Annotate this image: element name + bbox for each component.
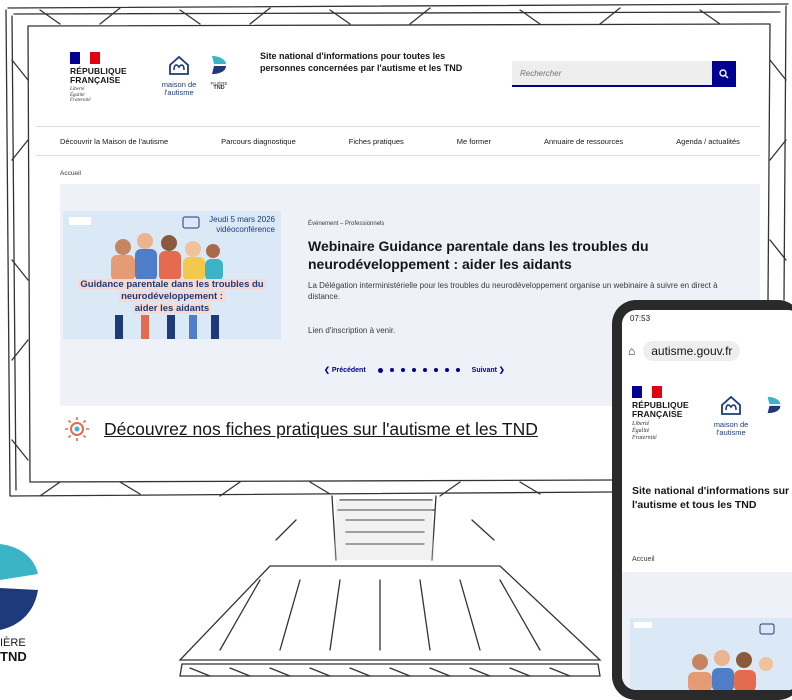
carousel-dot[interactable] xyxy=(411,368,416,372)
search-icon xyxy=(719,69,729,79)
nav-item-annuaire[interactable]: Annuaire de ressources xyxy=(544,137,623,146)
nav-item-agenda[interactable]: Agenda / actualités xyxy=(676,137,740,146)
house-icon xyxy=(721,395,741,415)
fiches-heading[interactable]: Découvrez nos fiches pratiques sur l'aut… xyxy=(104,419,538,440)
phone-rf-name: RÉPUBLIQUE FRANÇAISE xyxy=(632,400,689,419)
carousel-dot[interactable] xyxy=(377,367,383,373)
phone-maison-line2: l'autisme xyxy=(716,428,746,437)
search-bar xyxy=(512,61,736,87)
search-input[interactable] xyxy=(512,61,712,87)
corner-logo-text: IÈRE TND xyxy=(0,637,27,664)
phone-rf-motto: Liberté Égalité Fraternité xyxy=(632,421,657,441)
phone-tagline: Site national d'informations sur l'autis… xyxy=(632,485,790,511)
phone-url-bar: ⌂ autisme.gouv.fr xyxy=(628,340,792,362)
carousel-dots xyxy=(377,367,460,373)
carousel-dot[interactable] xyxy=(455,368,460,372)
site-header: RÉPUBLIQUE FRANÇAISE Liberté Égalité Fra… xyxy=(36,32,760,126)
carousel-dot[interactable] xyxy=(389,368,394,372)
event-image-date: Jeudi 5 mars 2026 vidéoconférence xyxy=(209,215,275,234)
nav-item-decouvrir[interactable]: Découvrir la Maison de l'autisme xyxy=(60,137,168,146)
previous-button[interactable]: ❮ Précédent xyxy=(324,366,366,374)
flag-icon xyxy=(70,52,100,64)
event-title[interactable]: Webinaire Guidance parentale dans les tr… xyxy=(308,237,738,273)
phone-tnd-icon xyxy=(767,396,781,414)
event-image[interactable]: Jeudi 5 mars 2026 vidéoconférence Guidan… xyxy=(63,211,281,339)
nav-item-parcours[interactable]: Parcours diagnostique xyxy=(221,137,296,146)
search-button[interactable] xyxy=(712,61,736,87)
tnd-icon xyxy=(212,56,226,74)
phone-event-image[interactable] xyxy=(630,618,792,690)
phone-event-card xyxy=(622,572,792,690)
nav-item-former[interactable]: Me former xyxy=(457,137,491,146)
people-illustration xyxy=(634,622,775,690)
fiches-section: Découvrez nos fiches pratiques sur l'aut… xyxy=(64,416,538,442)
tnd-label: TND xyxy=(213,85,225,91)
phone-rf-logo[interactable]: RÉPUBLIQUE FRANÇAISE Liberté Égalité Fra… xyxy=(632,386,702,442)
breadcrumb[interactable]: Accueil xyxy=(60,170,81,177)
phone-maison-logo[interactable]: maison de l'autisme xyxy=(708,394,754,437)
event-type: Événement – Professionnels xyxy=(308,221,385,227)
next-button[interactable]: Suivant ❯ xyxy=(472,366,505,374)
republique-francaise-logo[interactable]: RÉPUBLIQUE FRANÇAISE Liberté Égalité Fra… xyxy=(70,52,150,104)
carousel-dot[interactable] xyxy=(422,368,427,372)
carousel-pager: ❮ Précédent Suivant ❯ xyxy=(324,366,505,374)
event-description: La Délégation interministérielle pour le… xyxy=(308,281,718,301)
event-link-note: Lien d'inscription à venir. xyxy=(308,326,396,335)
phone-status-time: 07:53 xyxy=(630,314,651,323)
rf-motto: Liberté Égalité Fraternité xyxy=(70,87,91,103)
maison-line2: l'autisme xyxy=(164,88,194,97)
carousel-dot[interactable] xyxy=(433,368,438,372)
filiere-tnd-logo[interactable]: FILIÈRE TND xyxy=(206,54,232,91)
phone-breadcrumb[interactable]: Accueil xyxy=(632,556,655,563)
flag-icon xyxy=(632,386,662,398)
house-icon xyxy=(169,55,189,75)
main-nav: Découvrir la Maison de l'autisme Parcour… xyxy=(36,126,760,156)
phone-url[interactable]: autisme.gouv.fr xyxy=(643,341,741,361)
rf-name: RÉPUBLIQUE FRANÇAISE xyxy=(70,66,127,85)
carousel-dot[interactable] xyxy=(400,368,405,372)
site-tagline: Site national d'informations pour toutes… xyxy=(260,51,463,73)
maison-autisme-logo[interactable]: maison de l'autisme xyxy=(154,54,204,97)
event-image-caption: Guidance parentale dans les troubles du … xyxy=(78,279,266,314)
nav-item-fiches[interactable]: Fiches pratiques xyxy=(349,137,404,146)
gear-sun-icon xyxy=(65,417,89,441)
home-icon[interactable]: ⌂ xyxy=(628,344,635,358)
phone-screen: 07:53 ⌂ autisme.gouv.fr RÉPUBLIQUE FRANÇ… xyxy=(622,310,792,690)
carousel-dot[interactable] xyxy=(444,368,449,372)
